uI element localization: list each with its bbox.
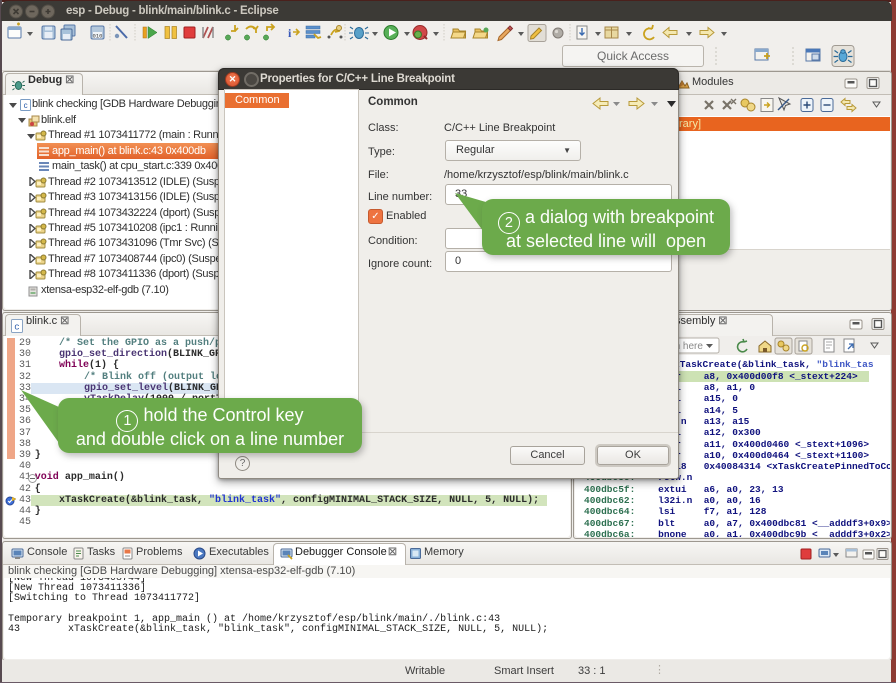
svg-text:c: c [14, 323, 19, 333]
svg-text:c: c [24, 101, 28, 110]
svg-text:i: i [288, 26, 292, 40]
svg-text:010: 010 [93, 33, 103, 40]
